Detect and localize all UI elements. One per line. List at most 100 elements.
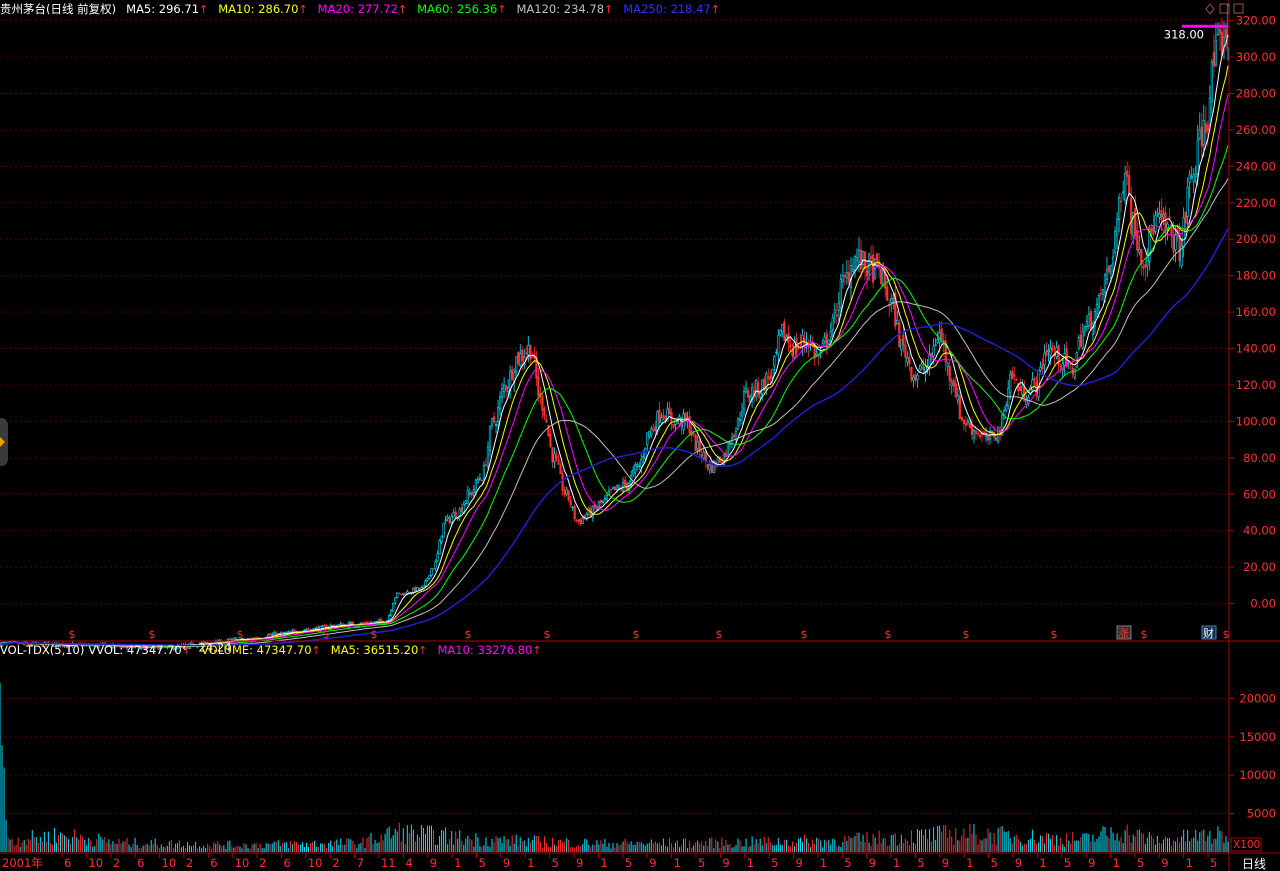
candle-body [749,396,752,402]
candle-body [930,352,933,358]
kline-chart[interactable]: $ $ $ $ $ $ $ $ $ $ $ $ $ $ $涨 财318.00← 24.24 320.00300.… [0,0,1280,871]
candle-body [611,486,615,490]
candle-body [452,512,455,518]
candle-body [468,492,471,495]
candle-body [761,379,764,394]
maximize-window-icon[interactable] [1233,3,1244,14]
candle-body [922,366,925,371]
period-button[interactable]: 日线 [1242,857,1266,871]
candle-body [446,516,449,520]
candle-body [492,416,496,423]
candle-body [704,451,707,462]
candle-body [1025,400,1028,405]
candle-body [609,489,613,491]
time-tick-label: 1 [1186,856,1193,870]
candle-body [505,385,508,391]
candle-body [496,407,500,422]
candle-body [660,417,663,423]
volume-legend-value: MA10: 33276.80 [437,643,533,657]
candle-body [480,479,484,482]
candle-body [436,553,439,562]
rise-badge: 涨 [1118,627,1129,640]
candle-body [507,386,510,392]
candle-body [759,392,762,398]
candle-body [373,621,377,623]
candle-body [789,344,792,348]
candle-body [855,257,859,261]
price-tick-label: 120.00 [1236,378,1276,392]
time-tick-label: 5 [991,856,998,870]
candle-body [626,482,629,490]
time-tick-label: 1 [966,856,973,870]
candle-body [662,414,665,418]
candle-body [1013,374,1016,377]
candle-body [428,574,431,579]
candle-body [708,464,711,470]
candle-body [1049,348,1052,356]
candle-body [958,395,961,419]
candle-body [936,339,939,344]
candle-body [638,465,641,467]
candle-body [1087,314,1090,327]
ma-legend-value: MA5: 296.71 [126,2,200,16]
time-tick-label: 5 [1064,856,1071,870]
candle-body [521,349,524,361]
candle-body [1208,98,1211,125]
time-tick-label: 9 [942,856,949,870]
ma-legend-value: MA120: 234.78 [516,2,605,16]
time-tick-label: 6 [283,856,290,870]
candle-body [617,486,621,489]
candle-body [642,456,645,458]
candle-body [1047,350,1050,352]
price-tick-label: 60.00 [1243,487,1276,501]
candle-body [400,593,403,596]
time-tick-label: 2001年 [2,856,43,870]
candle-body [692,432,695,435]
candle-body [571,506,574,508]
candle-body [1011,370,1014,380]
candle-body [910,366,913,381]
volume-legend-value: VVOL: 47347.70 [88,643,182,657]
candle-body [869,256,873,259]
time-tick-label: 9 [430,856,437,870]
price-tick-label: 140.00 [1236,342,1276,356]
side-collapse-handle[interactable] [0,418,8,466]
candle-body [740,410,744,417]
time-tick-label: 9 [1161,856,1168,870]
ma-line-ma5 [0,34,1229,648]
candle-body [726,441,730,456]
ma-legend-value: MA10: 286.70 [218,2,299,16]
candle-body [529,344,532,360]
dividend-marker: $ [885,628,892,641]
candle-body [960,416,963,421]
candle-body [1166,223,1169,229]
expand-arrow-icon [0,437,5,447]
time-tick-label: 5 [1210,856,1217,870]
time-tick-label: 2 [332,856,339,870]
candle-body [315,627,318,630]
candle-body [1184,211,1187,224]
candle-body [503,384,506,392]
candle-body [597,502,600,508]
candle-body [1077,337,1080,349]
up-arrow-icon: ↑ [181,644,191,657]
ma-legend-item: MA5: 296.71↑ [126,2,208,16]
candle-body [559,464,562,475]
candle-body [567,490,570,500]
volume-tick-label: 5000 [1247,807,1276,821]
diamond-icon[interactable] [1205,3,1215,15]
price-tick-label: 160.00 [1236,305,1276,319]
candle-body [1182,217,1185,248]
volume-indicator-name: VOL-TDX(5,10) [0,643,85,657]
candle-body [305,629,308,631]
restore-window-icon[interactable] [1219,3,1230,14]
candle-body [1107,265,1111,273]
time-tick-label: 11 [381,856,396,870]
candle-body [1142,265,1145,269]
ma-legend-item: MA250: 218.47↑ [623,2,720,16]
candle-body [779,330,782,335]
candle-body [734,431,738,440]
candle-body [613,486,617,491]
candle-body [464,500,467,504]
candle-body [438,540,441,555]
